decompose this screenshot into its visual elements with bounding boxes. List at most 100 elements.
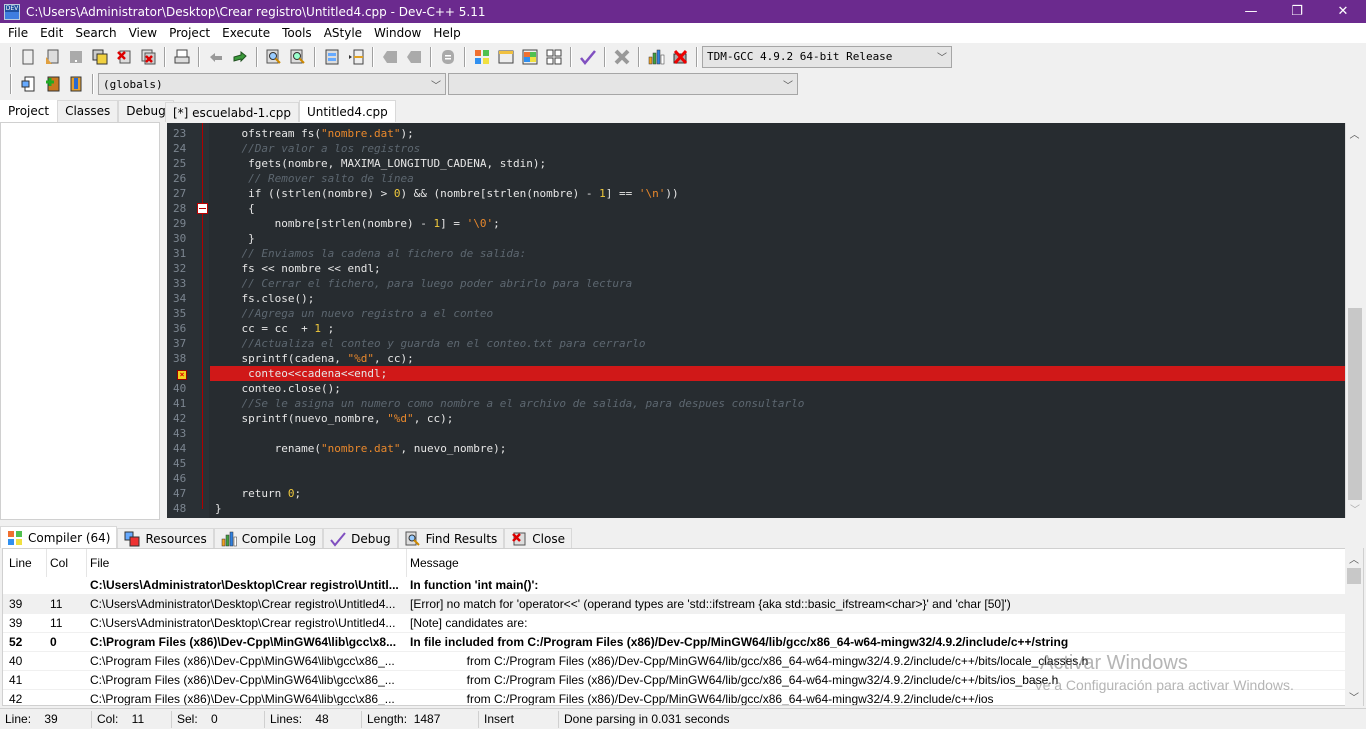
code-line[interactable]: 28 {: [167, 201, 1345, 216]
profile-button[interactable]: [646, 47, 666, 67]
tab-project[interactable]: Project: [0, 100, 58, 122]
stop-button[interactable]: [612, 47, 632, 67]
code-line[interactable]: 42 sprintf(nuevo_nombre, "%d", cc);: [167, 411, 1345, 426]
tab-compile-log[interactable]: Compile Log: [213, 528, 324, 548]
toggle-comment-button[interactable]: [438, 47, 458, 67]
output-vertical-scrollbar[interactable]: ︿ ﹀: [1345, 548, 1363, 706]
code-line[interactable]: × conteo<<cadena<<endl;: [167, 366, 1345, 381]
code-line[interactable]: 38 sprintf(cadena, "%d", cc);: [167, 351, 1345, 366]
insert-button[interactable]: [18, 74, 38, 94]
code-line[interactable]: 25 fgets(nombre, MAXIMA_LONGITUD_CADENA,…: [167, 156, 1345, 171]
menu-window[interactable]: Window: [368, 26, 427, 40]
tab-debug-bottom[interactable]: Debug: [323, 528, 398, 548]
header-file[interactable]: File: [90, 549, 408, 577]
output-scroll-thumb[interactable]: [1347, 568, 1361, 584]
compiler-message-row[interactable]: 39 11 C:\Users\Administrator\Desktop\Crear…: [3, 614, 1345, 633]
code-line[interactable]: 37 //Actualiza el conteo y guarda en el …: [167, 336, 1345, 351]
minimize-button[interactable]: —: [1228, 0, 1274, 23]
tab-compiler[interactable]: Compiler (64): [0, 526, 118, 548]
menu-astyle[interactable]: AStyle: [318, 26, 368, 40]
header-message[interactable]: Message: [410, 549, 1340, 577]
tab-find-results[interactable]: Find Results: [397, 528, 505, 548]
code-line[interactable]: 40 conteo.close();: [167, 381, 1345, 396]
code-line[interactable]: 43: [167, 426, 1345, 441]
remove-from-project-button[interactable]: [66, 74, 86, 94]
column-divider[interactable]: [86, 549, 87, 577]
code-line[interactable]: 41 //Se le asigna un numero como nombre …: [167, 396, 1345, 411]
code-line[interactable]: 36 cc = cc + 1 ;: [167, 321, 1345, 336]
code-line[interactable]: 31 // Enviamos la cadena al fichero de s…: [167, 246, 1345, 261]
tab-resources[interactable]: Resources: [117, 528, 214, 548]
project-panel[interactable]: [0, 122, 160, 520]
menu-view[interactable]: View: [123, 26, 163, 40]
undo-button[interactable]: [206, 47, 226, 67]
code-line[interactable]: 32 fs << nombre << endl;: [167, 261, 1345, 276]
tab-untitled4-cpp[interactable]: Untitled4.cpp: [298, 100, 396, 122]
close-all-button[interactable]: [138, 47, 158, 67]
goto-line-button[interactable]: [322, 47, 342, 67]
save-button[interactable]: [66, 47, 86, 67]
code-line[interactable]: 35 //Agrega un nuevo registro a el conte…: [167, 306, 1345, 321]
menu-execute[interactable]: Execute: [216, 26, 276, 40]
replace-button[interactable]: [288, 47, 308, 67]
code-line[interactable]: 27 if ((strlen(nombre) > 0) && (nombre[s…: [167, 186, 1345, 201]
redo-button[interactable]: [230, 47, 250, 67]
tab-escuelabd-1-cpp[interactable]: [*] escuelabd-1.cpp: [165, 102, 299, 122]
compiler-message-row[interactable]: C:\Users\Administrator\Desktop\Crear reg…: [3, 576, 1345, 595]
delete-profile-button[interactable]: [670, 47, 690, 67]
tab-close-panel[interactable]: Close: [504, 528, 572, 548]
print-button[interactable]: [172, 47, 192, 67]
scroll-down-icon[interactable]: ﹀: [1349, 689, 1359, 704]
window-button[interactable]: [496, 47, 516, 67]
close-button[interactable]: ✕: [1320, 0, 1366, 23]
compiler-message-row[interactable]: 39 11 C:\Users\Administrator\Desktop\Crear…: [3, 595, 1345, 614]
code-line[interactable]: 44 rename("nombre.dat", nuevo_nombre);: [167, 441, 1345, 456]
editor-scroll-thumb[interactable]: [1348, 308, 1362, 500]
menu-tools[interactable]: Tools: [276, 26, 318, 40]
scroll-down-icon[interactable]: ﹀: [1350, 501, 1360, 516]
code-line[interactable]: 23 ofstream fs("nombre.dat");: [167, 126, 1345, 141]
scope-select[interactable]: (globals) ﹀: [98, 73, 446, 95]
open-file-button[interactable]: [42, 47, 62, 67]
save-all-button[interactable]: [90, 47, 110, 67]
tiles-button[interactable]: [520, 47, 540, 67]
grid-view-button[interactable]: [544, 47, 564, 67]
editor-vertical-scrollbar[interactable]: ︿ ﹀: [1345, 123, 1363, 518]
code-line[interactable]: 47 return 0;: [167, 486, 1345, 501]
menu-file[interactable]: File: [2, 26, 34, 40]
header-line[interactable]: Line: [9, 549, 47, 577]
menu-project[interactable]: Project: [163, 26, 216, 40]
menu-edit[interactable]: Edit: [34, 26, 69, 40]
column-divider[interactable]: [46, 549, 47, 577]
code-line[interactable]: 48}: [167, 501, 1345, 516]
scroll-up-icon[interactable]: ︿: [1345, 551, 1363, 566]
code-line[interactable]: 34 fs.close();: [167, 291, 1345, 306]
code-line[interactable]: 45: [167, 456, 1345, 471]
close-file-button[interactable]: [114, 47, 134, 67]
code-editor[interactable]: 23 ofstream fs("nombre.dat"); 24 //Dar va…: [167, 123, 1345, 518]
menu-help[interactable]: Help: [427, 26, 466, 40]
header-col[interactable]: Col: [50, 549, 88, 577]
maximize-button[interactable]: ❐: [1274, 0, 1320, 23]
code-line[interactable]: 33 // Cerrar el fichero, para luego pode…: [167, 276, 1345, 291]
code-line[interactable]: 46: [167, 471, 1345, 486]
indent-button[interactable]: [380, 47, 400, 67]
code-line[interactable]: 26 // Remover salto de línea: [167, 171, 1345, 186]
compile-check-button[interactable]: [578, 47, 598, 67]
unindent-button[interactable]: [404, 47, 424, 67]
scroll-up-icon[interactable]: ︿: [1346, 126, 1363, 141]
compiler-select[interactable]: TDM-GCC 4.9.2 64-bit Release ﹀: [702, 45, 952, 68]
code-line[interactable]: 29 nombre[strlen(nombre) - 1] = '\0';: [167, 216, 1345, 231]
new-project-button[interactable]: [472, 47, 492, 67]
find-button[interactable]: [264, 47, 284, 67]
toggle-bookmark-button[interactable]: [346, 47, 366, 67]
code-line[interactable]: 24 //Dar valor a los registros: [167, 141, 1345, 156]
menu-search[interactable]: Search: [69, 26, 122, 40]
add-to-project-button[interactable]: [42, 74, 62, 94]
code-line[interactable]: 30 }: [167, 231, 1345, 246]
column-divider[interactable]: [406, 549, 407, 577]
function-select[interactable]: ﹀: [448, 73, 798, 95]
new-file-button[interactable]: [18, 47, 38, 67]
fold-collapse-icon[interactable]: [197, 203, 208, 214]
compiler-message-row[interactable]: 52 0 C:\Program Files (x86)\Dev-Cpp\MinGW6…: [3, 633, 1345, 652]
